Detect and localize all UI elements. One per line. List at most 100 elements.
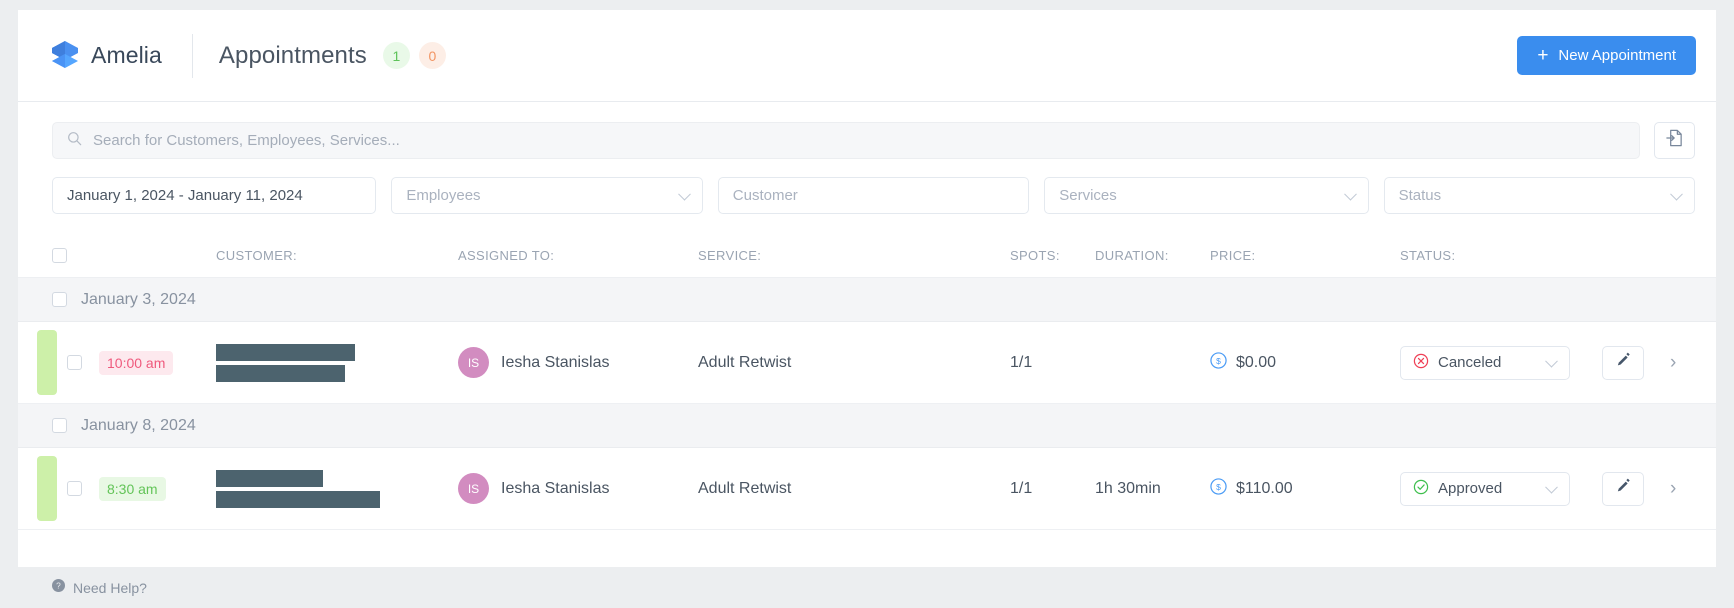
question-circle-icon: ? [52,578,65,597]
chevron-down-icon [1545,480,1558,494]
status-cell: Approved › [1400,471,1716,506]
assigned-to-cell: IS Iesha Stanislas [458,347,698,378]
spots-cell: 1/1 [1010,353,1033,371]
column-header-customer: CUSTOMER: [216,248,297,263]
employees-filter[interactable]: Employees [391,177,703,214]
column-header-spots: SPOTS: [1010,248,1060,263]
chevron-down-icon [677,187,691,201]
row-checkbox[interactable] [67,481,82,496]
appointment-time: 8:30 am [99,476,166,501]
date-group-header: January 8, 2024 [18,404,1716,448]
column-header-price: PRICE: [1210,248,1256,263]
date-range-value: January 1, 2024 - January 11, 2024 [67,187,303,204]
search-row [18,102,1716,159]
svg-text:$: $ [1216,481,1221,491]
approved-icon [1413,479,1429,499]
spots-cell: 1/1 [1010,479,1033,497]
need-help-link[interactable]: Need Help? [73,580,147,596]
new-appointment-label: New Appointment [1558,47,1676,64]
edit-appointment-button[interactable] [1602,471,1644,506]
column-header-assigned: ASSIGNED TO: [458,248,555,263]
plus-icon: + [1537,45,1549,66]
appointment-time: 10:00 am [99,350,174,375]
row-expand-arrow[interactable]: › [1670,352,1676,374]
search-icon [67,131,82,151]
services-filter[interactable]: Services [1044,177,1369,214]
customer-cell [216,343,458,382]
table-row[interactable]: 10:00 am IS Iesha Stanislas Adult Retwis… [18,322,1716,404]
column-header-duration: DURATION: [1095,248,1169,263]
services-placeholder: Services [1059,187,1117,204]
footer: ? Need Help? [18,567,1716,608]
filter-row: January 1, 2024 - January 11, 2024 Emplo… [18,159,1716,214]
table-row[interactable]: 8:30 am IS Iesha Stanislas Adult Retwist… [18,448,1716,530]
svg-text:?: ? [56,580,61,590]
price-value: $110.00 [1236,479,1293,497]
status-placeholder: Status [1398,187,1442,204]
chevron-down-icon [1343,187,1357,201]
price-cell: $ $110.00 [1210,477,1400,500]
customer-placeholder: Customer [732,187,798,204]
new-appointment-button[interactable]: + New Appointment [1517,36,1696,75]
status-badge-approved[interactable]: 1 [382,42,410,69]
search-box[interactable] [52,122,1640,159]
export-button[interactable] [1654,122,1695,159]
customer-cell [216,469,458,508]
group-date-label: January 3, 2024 [81,290,196,308]
export-document-icon [1665,128,1684,153]
amelia-cube-logo-icon [50,40,80,72]
status-cell: Canceled › [1400,345,1716,380]
date-group-header: January 3, 2024 [18,278,1716,322]
assignee-name: Iesha Stanislas [501,353,610,371]
edit-appointment-button[interactable] [1602,345,1644,380]
currency-icon: $ [1210,477,1227,500]
customer-filter[interactable]: Customer [717,177,1030,214]
row-checkbox[interactable] [67,355,82,370]
column-header-service: SERVICE: [698,248,762,263]
select-all-checkbox[interactable] [52,248,67,263]
column-header-status: STATUS: [1400,248,1456,263]
brand-name: Amelia [91,42,162,68]
header-badges: 1 0 [382,42,446,69]
price-cell: $ $0.00 [1210,351,1400,374]
brand[interactable]: Amelia [34,40,162,72]
page-title: Appointments [218,41,367,69]
duration-cell: 1h 30min [1095,479,1161,497]
status-badge-pending[interactable]: 0 [418,42,446,69]
app-header: Amelia Appointments 1 0 + New Appointmen… [18,10,1716,102]
status-filter[interactable]: Status [1383,177,1696,214]
avatar: IS [458,347,489,378]
assigned-to-cell: IS Iesha Stanislas [458,473,698,504]
chevron-down-icon [1670,187,1683,201]
header-divider [191,33,193,78]
group-date-label: January 8, 2024 [81,416,196,434]
redacted-customer-name [216,343,458,382]
date-range-filter[interactable]: January 1, 2024 - January 11, 2024 [52,177,377,214]
service-cell: Adult Retwist [698,479,792,497]
table-header: CUSTOMER: ASSIGNED TO: SERVICE: SPOTS: D… [18,214,1716,278]
search-input[interactable] [93,132,1625,149]
chevron-down-icon [1545,354,1558,368]
price-value: $0.00 [1236,353,1277,371]
appointments-app: Amelia Appointments 1 0 + New Appointmen… [18,10,1716,567]
status-value: Approved [1438,480,1503,497]
redacted-customer-name [216,469,458,508]
status-dropdown[interactable]: Canceled [1400,345,1570,380]
row-status-bar [37,456,57,521]
assignee-name: Iesha Stanislas [501,479,610,497]
select-all-cell [18,248,216,263]
employees-placeholder: Employees [406,187,481,204]
currency-icon: $ [1210,351,1227,374]
pencil-icon [1615,352,1632,374]
group-select-checkbox[interactable] [52,292,67,307]
svg-text:$: $ [1216,355,1221,365]
status-dropdown[interactable]: Approved [1400,471,1570,506]
avatar: IS [458,473,489,504]
status-value: Canceled [1438,354,1502,371]
group-select-checkbox[interactable] [52,418,67,433]
row-status-bar [37,330,57,395]
pencil-icon [1615,478,1632,500]
row-expand-arrow[interactable]: › [1670,478,1676,500]
service-cell: Adult Retwist [698,353,792,371]
canceled-icon [1413,353,1429,373]
